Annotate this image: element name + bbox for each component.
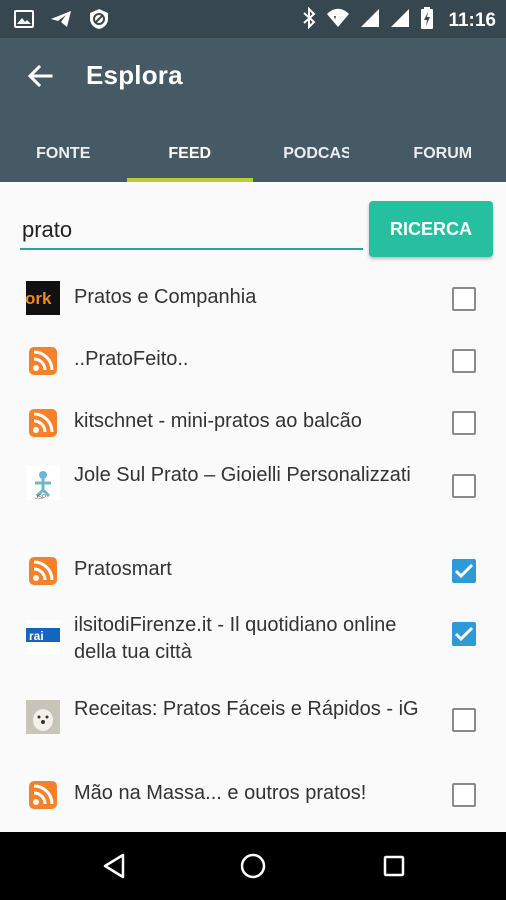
list-item[interactable]: Pratosmart [0,540,506,602]
subscribe-checkbox[interactable] [452,708,476,732]
image-icon [14,9,34,34]
list-item-title: Receitas: Pratos Fáceis e Rápidos - iG [74,698,419,720]
svg-text:JSP: JSP [35,495,46,500]
nav-recents-button[interactable] [374,850,414,886]
tab-label: FONTE [36,145,91,162]
rss-icon [26,344,60,378]
list-item-title: kitschnet - mini-pratos ao balcão [74,410,362,432]
signal-icon [360,8,380,33]
list-item[interactable]: ork Pratos e Companhia [0,266,506,330]
rss-icon [26,554,60,588]
blocked-icon [88,8,110,35]
navigation-bar [0,832,506,900]
feed-results-list: ork Pratos e Companhia ..PratoFeito.. ki… [0,266,506,836]
list-item[interactable]: rai ilsitodiFirenze.it - Il quotidiano o… [0,602,506,688]
app-bar: Esplora FONTE FEED PODCAST FORUM [0,38,506,182]
search-input[interactable] [20,212,363,250]
list-item[interactable]: JSP Jole Sul Prato – Gioielli Personaliz… [0,454,506,540]
tab-bar: FONTE FEED PODCAST FORUM [0,126,506,182]
list-item[interactable]: Receitas: Pratos Fáceis e Rápidos - iG [0,688,506,774]
list-item-title: Jole Sul Prato – Gioielli Personalizzati [74,464,411,486]
square-recents-icon [382,854,406,883]
wifi-icon [326,8,350,33]
list-item[interactable]: Mão na Massa... e outros pratos! [0,774,506,836]
back-button[interactable] [20,60,60,96]
jsp-logo-icon: JSP [26,466,60,501]
list-item-title: Mão na Massa... e outros pratos! [74,782,367,804]
subscribe-checkbox[interactable] [452,349,476,373]
list-item[interactable]: kitschnet - mini-pratos ao balcão [0,392,506,454]
rss-icon [26,406,60,440]
subscribe-checkbox[interactable] [452,622,476,646]
rss-icon [26,778,60,812]
send-icon [50,9,72,34]
list-item[interactable]: ..PratoFeito.. [0,330,506,392]
tab-feed[interactable]: FEED [126,126,254,182]
subscribe-checkbox[interactable] [452,783,476,807]
svg-text:rai: rai [29,629,44,643]
list-item-title: ilsitodiFirenze.it - Il quotidiano onlin… [74,614,397,663]
triangle-back-icon [102,853,126,884]
work-logo-icon: ork [25,281,60,315]
list-item-title: Pratosmart [74,558,172,580]
circle-home-icon [239,852,267,885]
tab-label: FORUM [413,145,473,162]
bluetooth-icon [302,6,316,34]
subscribe-checkbox[interactable] [452,474,476,498]
tab-forum[interactable]: FORUM [380,126,506,182]
signal-icon-2 [390,8,410,33]
battery-icon [420,7,434,34]
list-item-title: ..PratoFeito.. [74,348,189,370]
list-item-title: Pratos e Companhia [74,286,257,308]
page-title: Esplora [86,60,183,90]
tab-podcast[interactable]: PODCAST [253,126,380,182]
firenze-logo-icon: rai [26,620,60,654]
tab-fonte[interactable]: FONTE [0,126,127,182]
subscribe-checkbox[interactable] [452,559,476,583]
tab-label: FEED [168,145,212,162]
nav-back-button[interactable] [94,850,134,886]
status-bar: 11:16 [0,0,506,38]
subscribe-checkbox[interactable] [452,287,476,311]
subscribe-checkbox[interactable] [452,411,476,435]
clock: 11:16 [448,9,496,31]
dog-photo-icon [26,700,60,734]
arrow-left-icon [27,64,53,93]
tab-label: PODCAST [283,145,350,162]
nav-home-button[interactable] [233,850,273,886]
search-row: RICERCA [0,182,506,266]
svg-text:ork: ork [26,289,52,308]
search-button[interactable]: RICERCA [369,201,493,257]
